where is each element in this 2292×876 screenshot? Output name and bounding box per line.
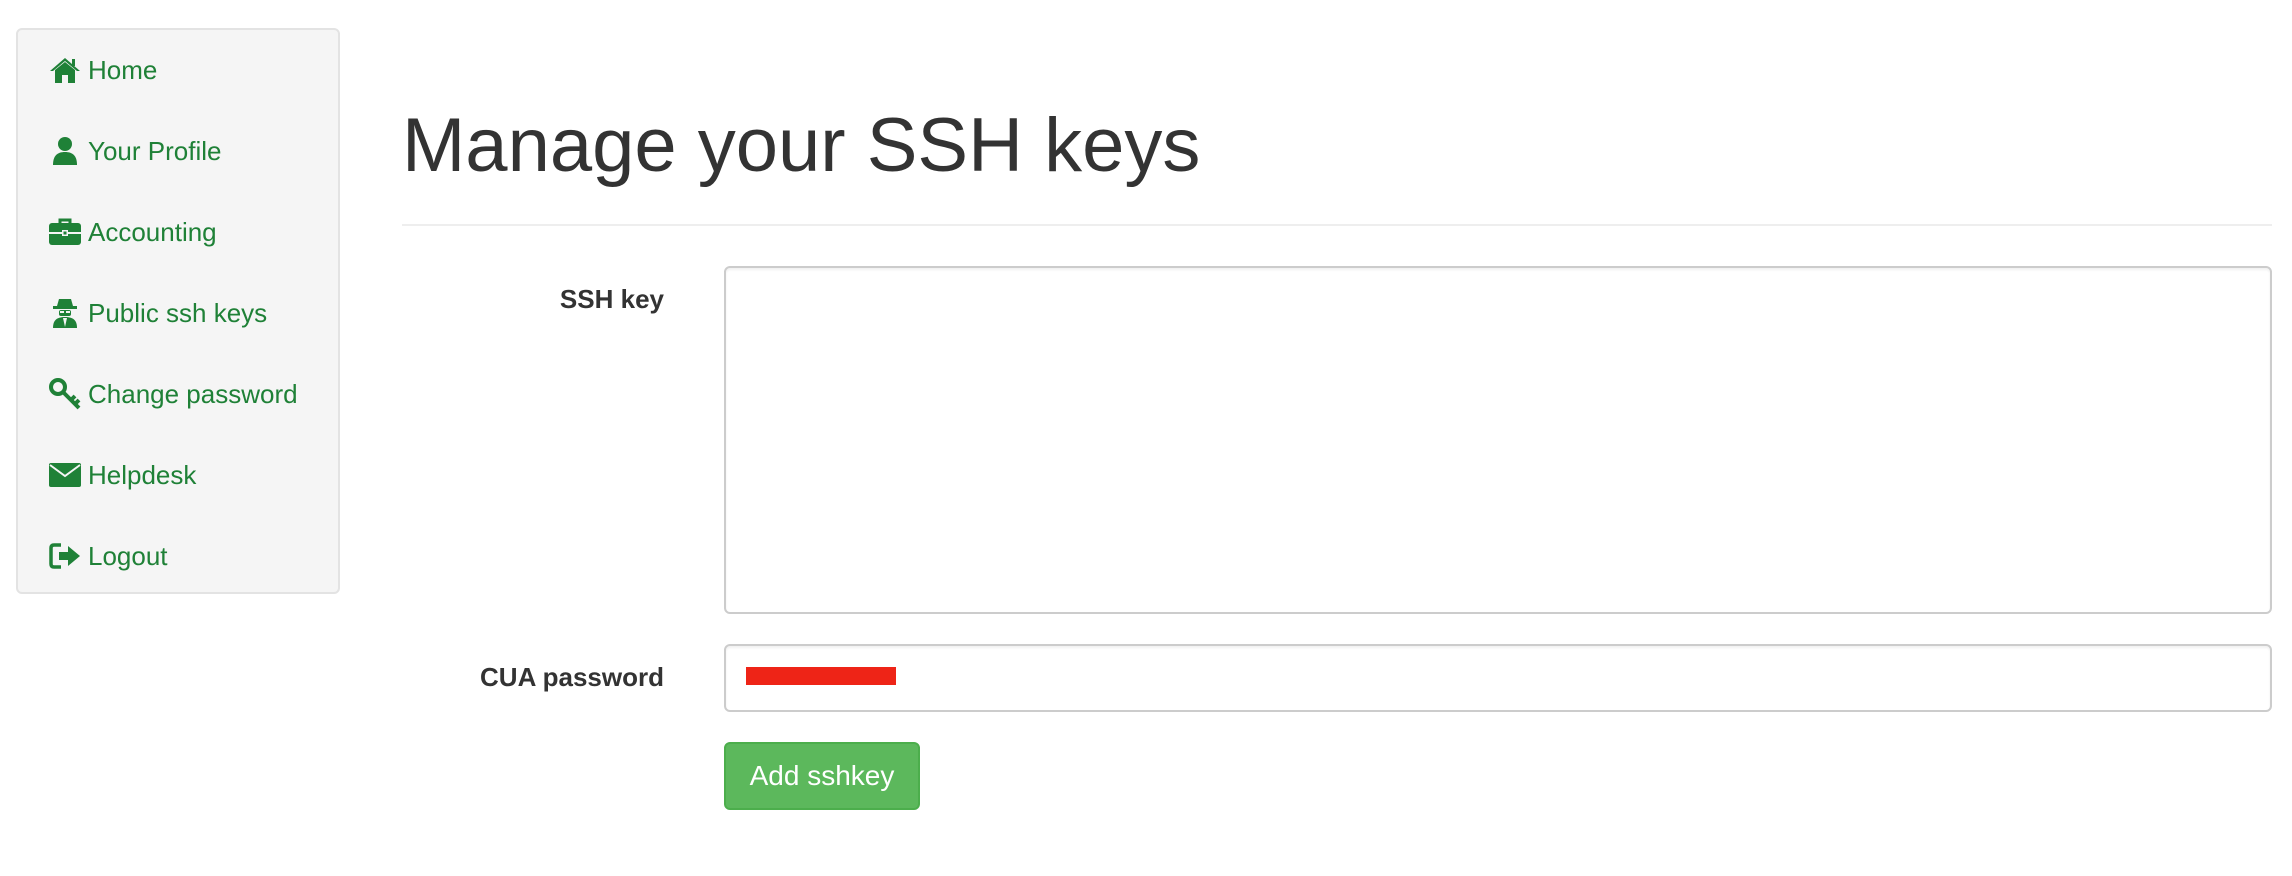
sidebar-item-accounting[interactable]: Accounting bbox=[48, 212, 217, 252]
user-icon bbox=[48, 135, 82, 167]
sidebar-item-label: Change password bbox=[88, 378, 298, 409]
cua-password-input[interactable] bbox=[724, 644, 2272, 712]
password-redaction bbox=[746, 667, 896, 685]
sidebar-item-home[interactable]: Home bbox=[48, 50, 157, 90]
page-title: Manage your SSH keys bbox=[402, 103, 1201, 188]
sidebar-item-label: Helpdesk bbox=[88, 459, 197, 490]
briefcase-icon bbox=[48, 216, 82, 248]
sidebar-item-label: Accounting bbox=[88, 216, 217, 247]
key-icon bbox=[48, 378, 82, 410]
sidebar-item-label: Your Profile bbox=[88, 135, 222, 166]
cua-password-label: CUA password bbox=[480, 662, 664, 692]
user-secret-icon bbox=[48, 297, 82, 329]
envelope-icon bbox=[48, 459, 82, 491]
sidebar-item-label: Public ssh keys bbox=[88, 297, 268, 328]
page: Home Your Profile Accounting Public ssh … bbox=[0, 0, 2292, 876]
sidebar-item-your-profile[interactable]: Your Profile bbox=[48, 131, 221, 171]
sign-out-icon bbox=[48, 540, 82, 572]
sidebar-item-label: Logout bbox=[88, 540, 168, 571]
title-divider bbox=[402, 224, 2272, 226]
sidebar-nav: Home Your Profile Accounting Public ssh … bbox=[16, 28, 340, 594]
sidebar-item-public-ssh-keys[interactable]: Public ssh keys bbox=[48, 293, 267, 333]
add-sshkey-button[interactable]: Add sshkey bbox=[724, 742, 920, 810]
sidebar-item-change-password[interactable]: Change password bbox=[48, 374, 298, 414]
sidebar-item-label: Home bbox=[88, 54, 158, 85]
sidebar-item-helpdesk[interactable]: Helpdesk bbox=[48, 455, 196, 495]
ssh-key-textarea[interactable] bbox=[724, 266, 2272, 614]
sidebar-item-logout[interactable]: Logout bbox=[48, 536, 168, 576]
home-icon bbox=[48, 54, 82, 86]
ssh-key-label: SSH key bbox=[559, 284, 664, 314]
